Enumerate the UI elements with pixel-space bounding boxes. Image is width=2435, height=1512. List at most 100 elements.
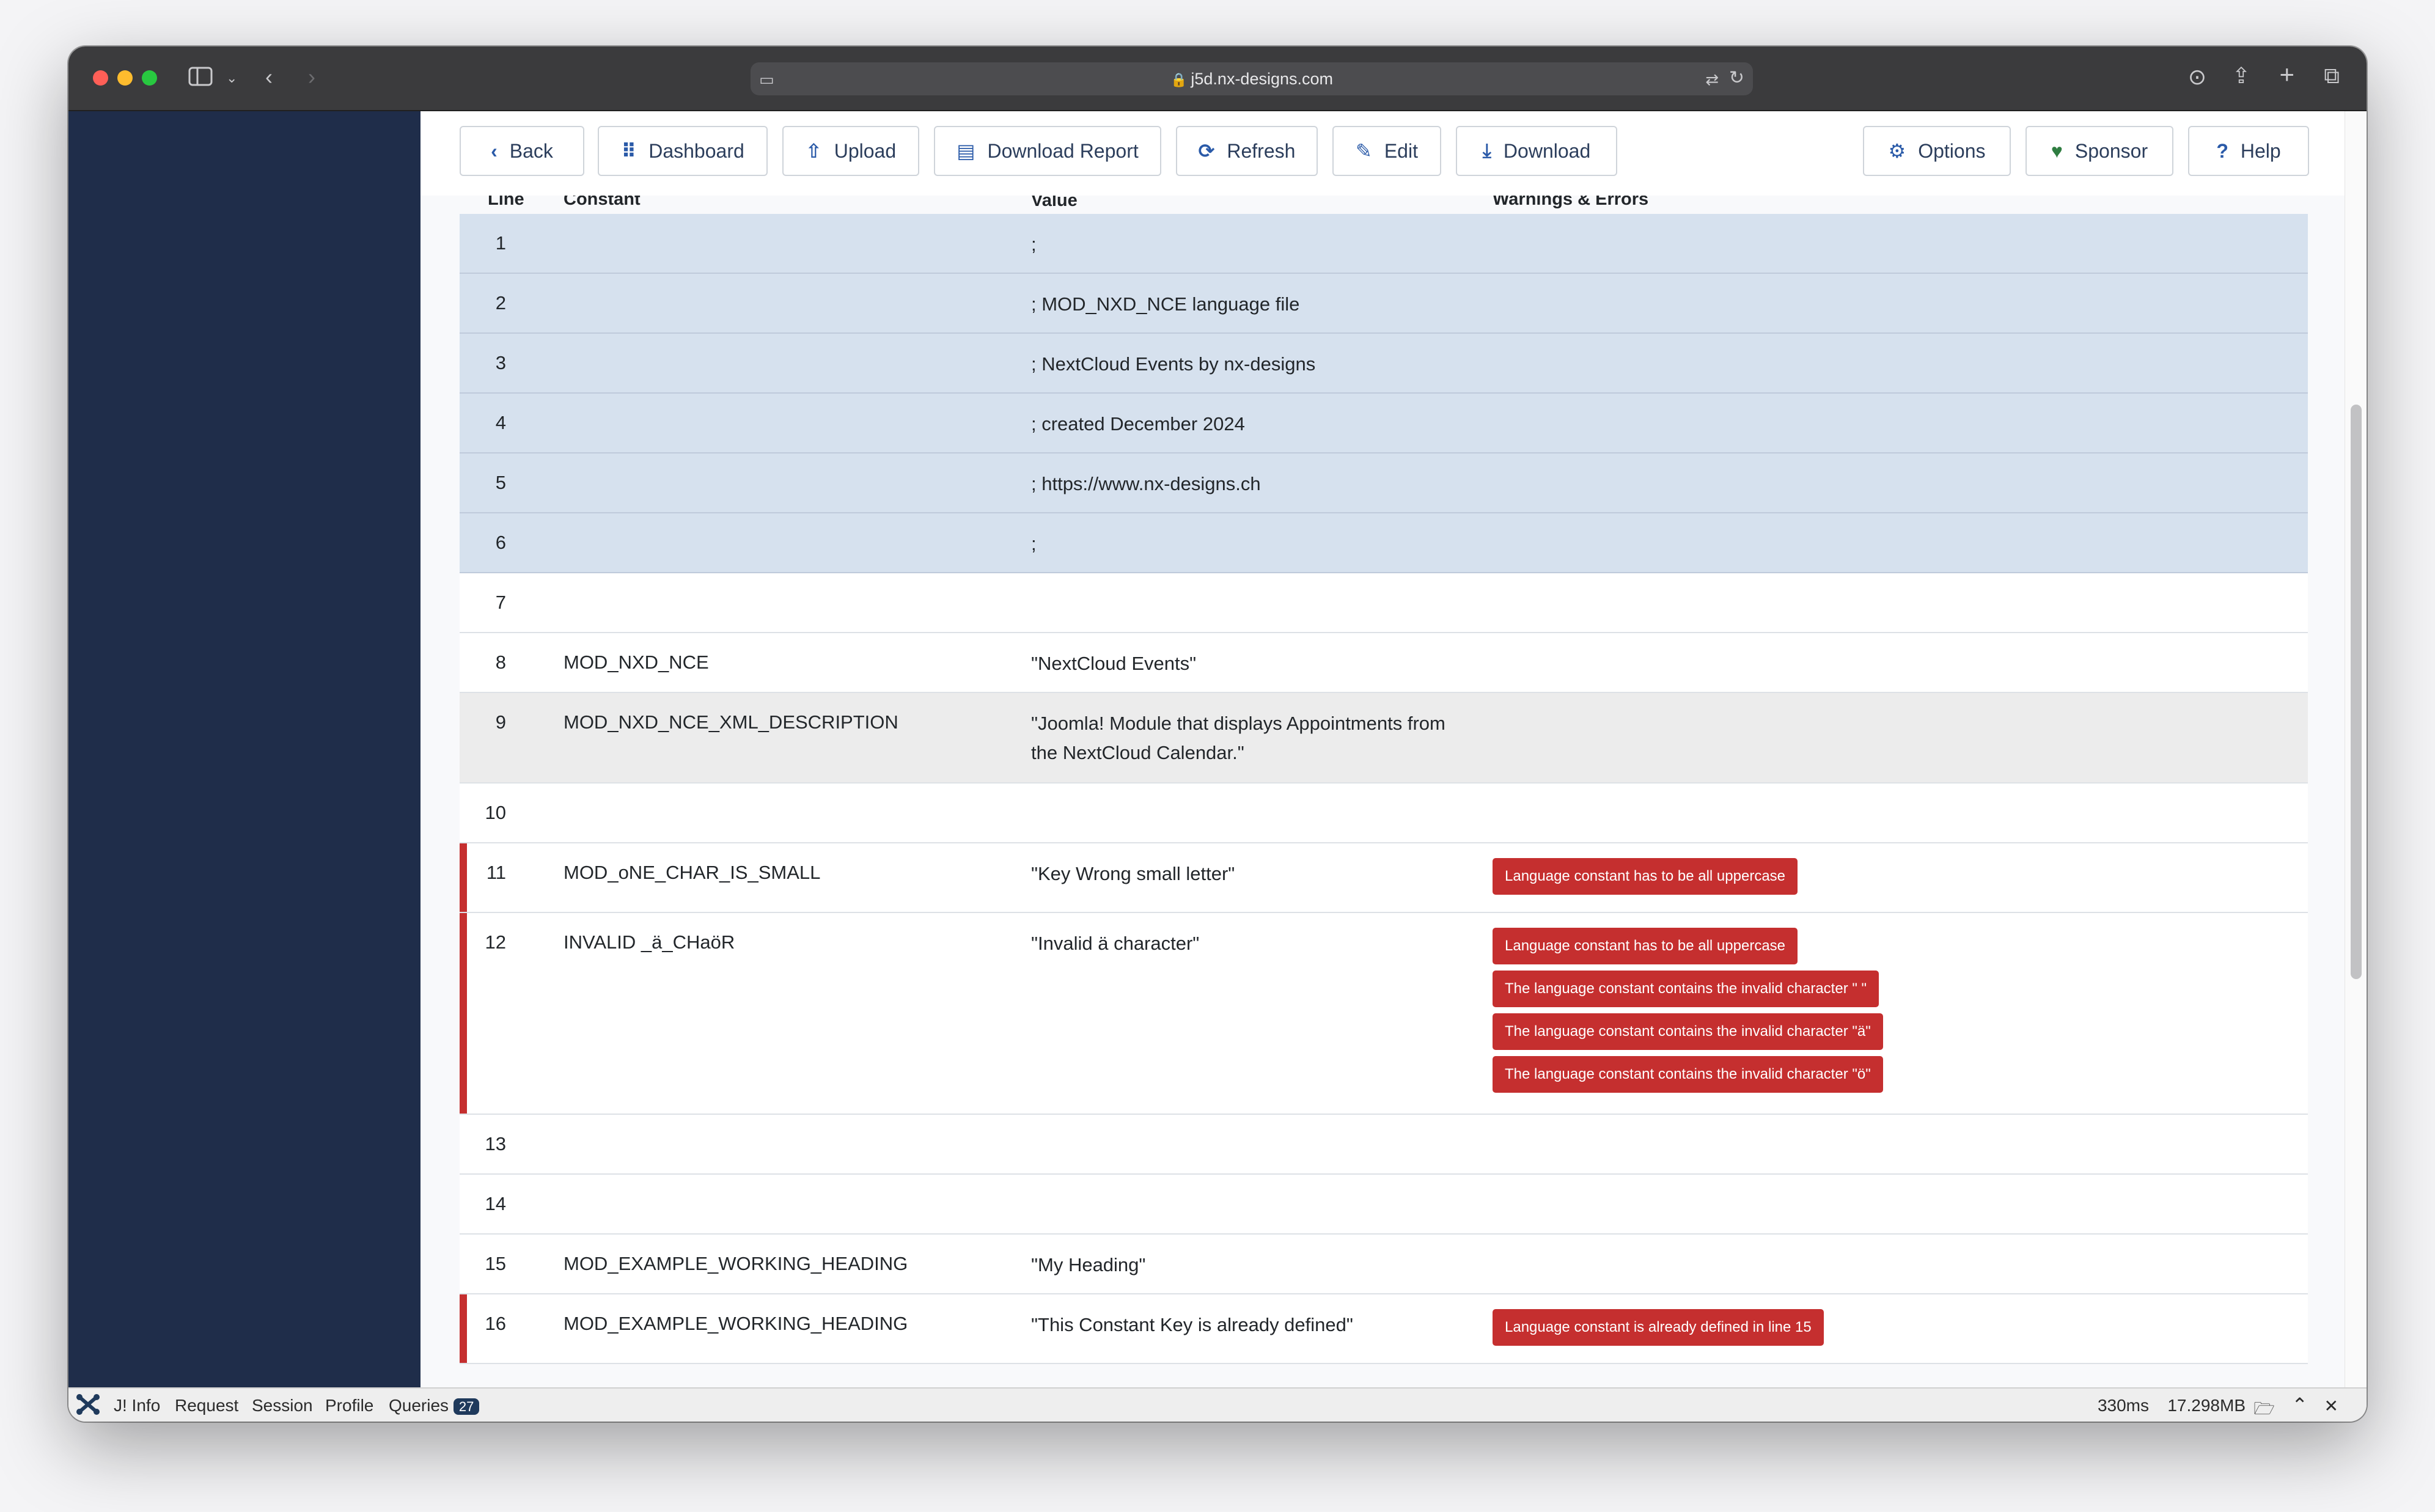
table-row: 8 MOD_NXD_NCE "NextCloud Events" (460, 633, 2308, 693)
upload-button[interactable]: ⇧ Upload (782, 126, 919, 176)
help-button[interactable]: ? Help (2188, 126, 2309, 176)
value-cell: ; (1031, 533, 1037, 554)
warnings-cell: Language constant is already defined in … (1493, 1309, 1824, 1352)
constant-cell: MOD_EXAMPLE_WORKING_HEADING (564, 1313, 908, 1334)
translate-icon[interactable]: ⇄ (1705, 67, 1719, 92)
line-number: 9 (495, 711, 506, 733)
heart-icon: ♥ (2051, 139, 2063, 162)
table-row: 9 MOD_NXD_NCE_XML_DESCRIPTION "Joomla! M… (460, 693, 2308, 784)
value-cell: "NextCloud Events" (1031, 653, 1197, 674)
sponsor-button[interactable]: ♥ Sponsor (2025, 126, 2173, 176)
queries-count-badge: 27 (453, 1398, 480, 1415)
value-cell: "My Heading" (1031, 1254, 1146, 1275)
download-report-label: Download Report (987, 139, 1139, 162)
constant-cell: MOD_NXD_NCE (564, 651, 709, 673)
lock-icon: 🔒 (1170, 72, 1188, 87)
table-row: 4 ; created December 2024 (460, 394, 2308, 453)
sidebar-toggle-icon[interactable] (188, 66, 213, 92)
value-cell: ; (1031, 233, 1037, 255)
dashboard-button[interactable]: ⠿ Dashboard (598, 126, 768, 176)
downloads-icon[interactable]: ⊙ (2188, 65, 2206, 89)
edit-label: Edit (1384, 139, 1418, 162)
error-badge: Language constant is already defined in … (1493, 1309, 1824, 1346)
value-cell: ; MOD_NXD_NCE language file (1031, 293, 1300, 315)
browser-window: ⌄ ‹ › ▭ 🔒 j5d.nx-designs.com ⇄ ↻ ⊙ ⇪ + ⧉ … (68, 46, 2367, 1422)
error-badge: Language constant has to be all uppercas… (1493, 858, 1798, 895)
value-cell: "Invalid ä character" (1031, 933, 1200, 954)
download-button[interactable]: ⤓ Download (1456, 126, 1617, 176)
line-number: 15 (485, 1253, 506, 1274)
zoom-window-button[interactable] (142, 70, 157, 86)
queries-label: Queries (389, 1396, 449, 1415)
new-tab-icon[interactable]: + (2279, 62, 2294, 87)
line-number: 4 (495, 412, 506, 433)
main-content: ‹ Back ⠿ Dashboard ⇧ Upload ▤ Download Repor… (421, 111, 2345, 1387)
line-number: 6 (495, 532, 506, 553)
grid-icon: ⠿ (621, 140, 637, 162)
error-badge: The language constant contains the inval… (1493, 1013, 1883, 1050)
table-row: 1 ; (460, 214, 2308, 274)
forward-nav-icon[interactable]: › (308, 65, 315, 89)
options-label: Options (1918, 139, 1986, 162)
line-number: 1 (495, 232, 506, 254)
line-number: 12 (485, 931, 506, 953)
line-number: 16 (485, 1313, 506, 1334)
debug-memory: 17.298MB (2167, 1396, 2246, 1415)
debug-tab-session[interactable]: Session (252, 1396, 313, 1415)
warnings-cell: Language constant has to be all uppercas… (1493, 928, 1883, 1099)
table-row: 11 MOD_oNE_CHAR_IS_SMALL "Key Wrong smal… (460, 843, 2308, 913)
debug-tab-request[interactable]: Request (175, 1396, 238, 1415)
options-button[interactable]: ⚙ Options (1863, 126, 2011, 176)
back-nav-icon[interactable]: ‹ (265, 65, 273, 89)
value-cell: ; NextCloud Events by nx-designs (1031, 353, 1316, 375)
share-icon[interactable]: ⇪ (2232, 64, 2250, 88)
minimize-window-button[interactable] (117, 70, 133, 86)
reload-icon[interactable]: ↻ (1729, 66, 1744, 90)
line-number: 8 (495, 651, 506, 673)
line-number: 3 (495, 352, 506, 373)
download-label: Download (1503, 139, 1591, 162)
table-row: 10 (460, 784, 2308, 843)
error-badge: Language constant has to be all uppercas… (1493, 928, 1798, 964)
debug-tab-queries[interactable]: Queries 27 (389, 1396, 480, 1415)
constant-cell: INVALID _ä_CHaöR (564, 931, 735, 953)
table-row: 2 ; MOD_NXD_NCE language file (460, 274, 2308, 334)
scrollbar-thumb[interactable] (2351, 405, 2362, 979)
debug-tab-info[interactable]: J! Info (114, 1396, 160, 1415)
edit-button[interactable]: ✎ Edit (1332, 126, 1441, 176)
download-report-button[interactable]: ▤ Download Report (934, 126, 1161, 176)
chevron-down-icon[interactable]: ⌄ (226, 66, 237, 90)
value-cell: "Key Wrong small letter" (1031, 863, 1235, 884)
gear-icon: ⚙ (1888, 140, 1906, 162)
sponsor-label: Sponsor (2074, 139, 2148, 162)
line-number: 5 (495, 472, 506, 493)
table-row: 13 (460, 1115, 2308, 1175)
line-number: 10 (485, 802, 506, 823)
chevron-up-icon[interactable]: ⌃ (2291, 1393, 2308, 1417)
table-row: 5 ; https://www.nx-designs.ch (460, 453, 2308, 513)
constant-cell: MOD_oNE_CHAR_IS_SMALL (564, 862, 821, 883)
close-icon[interactable]: ✕ (2324, 1396, 2338, 1416)
debug-tab-profile[interactable]: Profile (325, 1396, 373, 1415)
line-number: 11 (486, 862, 506, 883)
refresh-button[interactable]: ⟳ Refresh (1176, 126, 1318, 176)
value-cell: ; https://www.nx-designs.ch (1031, 473, 1261, 494)
folder-icon[interactable]: 🗁 (2253, 1396, 2275, 1422)
error-badge: The language constant contains the inval… (1493, 1056, 1883, 1093)
url-text: j5d.nx-designs.com (1191, 70, 1334, 88)
back-button[interactable]: ‹ Back (460, 126, 584, 176)
address-bar[interactable]: ▭ 🔒 j5d.nx-designs.com ⇄ ↻ (751, 62, 1753, 95)
tab-overview-icon[interactable]: ⧉ (2324, 64, 2340, 88)
line-number: 14 (485, 1193, 506, 1214)
line-number: 2 (495, 292, 506, 314)
close-window-button[interactable] (93, 70, 108, 86)
table-row: 6 ; (460, 513, 2308, 573)
warnings-cell: Language constant has to be all uppercas… (1493, 858, 1798, 901)
joomla-logo-icon[interactable] (75, 1392, 101, 1421)
table-row: 7 (460, 573, 2308, 633)
action-toolbar: ‹ Back ⠿ Dashboard ⇧ Upload ▤ Download Repor… (421, 111, 2345, 196)
table-row: 15 MOD_EXAMPLE_WORKING_HEADING "My Headi… (460, 1235, 2308, 1294)
scrollbar[interactable] (2345, 111, 2367, 1387)
admin-sidebar (68, 111, 421, 1387)
table-row: 16 MOD_EXAMPLE_WORKING_HEADING "This Con… (460, 1294, 2308, 1364)
